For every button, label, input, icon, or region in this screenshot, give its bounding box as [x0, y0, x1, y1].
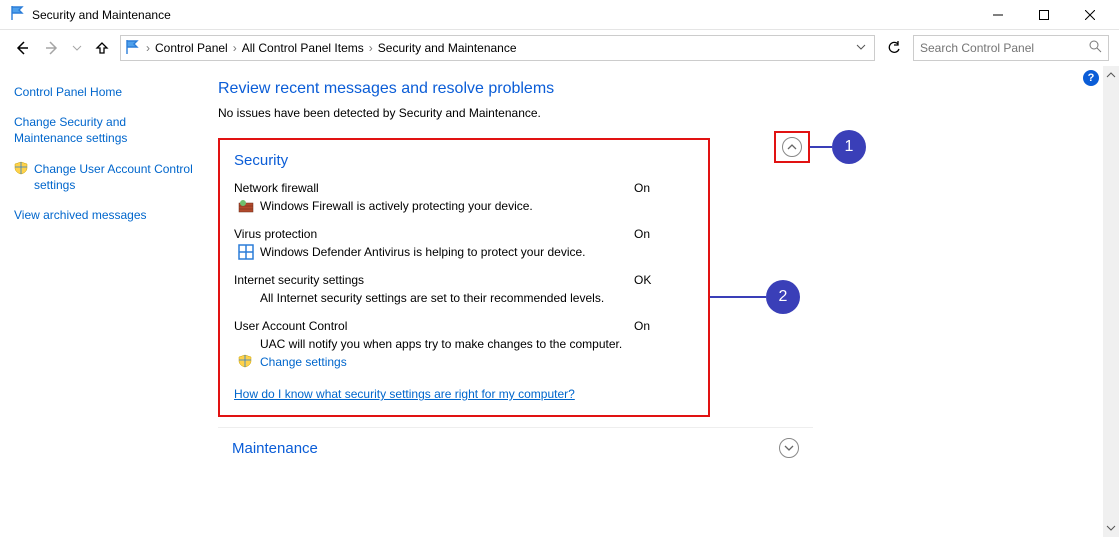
- maintenance-heading: Maintenance: [232, 440, 779, 457]
- chevron-up-icon: [782, 137, 802, 157]
- security-item-virus: Virus protection On Windows Defender Ant…: [234, 227, 694, 259]
- page-title: Review recent messages and resolve probl…: [218, 80, 1101, 98]
- recent-locations-button[interactable]: [70, 36, 84, 60]
- sidebar-link-home[interactable]: Control Panel Home: [14, 84, 196, 100]
- flag-icon: [125, 40, 139, 57]
- address-dropdown-button[interactable]: [852, 41, 870, 55]
- uac-change-settings-link[interactable]: Change settings: [260, 355, 347, 369]
- internet-status: OK: [634, 273, 651, 287]
- search-icon[interactable]: [1089, 40, 1102, 56]
- annotation-connector: [810, 146, 832, 148]
- address-bar[interactable]: › Control Panel › All Control Panel Item…: [120, 35, 875, 61]
- sidebar-link-change-uac[interactable]: Change User Account Control settings: [34, 161, 196, 193]
- search-input[interactable]: [920, 41, 1089, 55]
- defender-icon: [238, 244, 254, 263]
- breadcrumb-item[interactable]: All Control Panel Items: [240, 41, 366, 55]
- firewall-desc: Windows Firewall is actively protecting …: [260, 199, 533, 213]
- security-item-firewall: Network firewall On Windows Firewall is …: [234, 181, 694, 213]
- internet-desc: All Internet security settings are set t…: [260, 291, 604, 305]
- internet-label: Internet security settings: [234, 273, 634, 287]
- help-icon[interactable]: ?: [1083, 70, 1099, 86]
- uac-desc: UAC will notify you when apps try to mak…: [260, 337, 622, 351]
- security-help-link[interactable]: How do I know what security settings are…: [234, 387, 575, 401]
- close-button[interactable]: [1067, 0, 1113, 30]
- back-button[interactable]: [10, 36, 34, 60]
- sidebar: Control Panel Home Change Security and M…: [0, 66, 210, 537]
- chevron-right-icon[interactable]: ›: [366, 41, 376, 55]
- security-item-internet: Internet security settings OK All Intern…: [234, 273, 694, 305]
- vertical-scrollbar[interactable]: [1103, 66, 1119, 537]
- chevron-right-icon[interactable]: ›: [143, 41, 153, 55]
- virus-status: On: [634, 227, 650, 241]
- firewall-label: Network firewall: [234, 181, 634, 195]
- virus-desc: Windows Defender Antivirus is helping to…: [260, 245, 586, 259]
- security-panel: Security Network firewall On Windows Fir…: [218, 138, 710, 417]
- flag-icon: [10, 6, 24, 23]
- chevron-right-icon[interactable]: ›: [230, 41, 240, 55]
- scroll-up-button[interactable]: [1103, 66, 1119, 84]
- title-bar: Security and Maintenance: [0, 0, 1119, 30]
- minimize-button[interactable]: [975, 0, 1021, 30]
- search-box[interactable]: [913, 35, 1109, 61]
- virus-label: Virus protection: [234, 227, 634, 241]
- annotation-connector: [710, 296, 766, 298]
- uac-label: User Account Control: [234, 319, 634, 333]
- firewall-status: On: [634, 181, 650, 195]
- forward-button[interactable]: [40, 36, 64, 60]
- security-item-uac: User Account Control On UAC will notify …: [234, 319, 694, 369]
- breadcrumb-item[interactable]: Security and Maintenance: [376, 41, 519, 55]
- sidebar-link-archived[interactable]: View archived messages: [14, 207, 196, 223]
- maintenance-section-header[interactable]: Maintenance: [218, 427, 813, 468]
- breadcrumb-item[interactable]: Control Panel: [153, 41, 230, 55]
- scroll-down-button[interactable]: [1103, 519, 1119, 537]
- shield-icon: [238, 354, 252, 371]
- window-title: Security and Maintenance: [32, 8, 171, 22]
- firewall-icon: [238, 198, 254, 217]
- security-heading[interactable]: Security: [234, 152, 694, 169]
- annotation-badge-2: 2: [766, 280, 800, 314]
- sidebar-link-change-secmaint[interactable]: Change Security and Maintenance settings: [14, 114, 196, 146]
- refresh-button[interactable]: [881, 35, 907, 61]
- maximize-button[interactable]: [1021, 0, 1067, 30]
- annotation-badge-1: 1: [832, 130, 866, 164]
- shield-icon: [14, 161, 28, 178]
- chevron-down-icon[interactable]: [779, 438, 799, 458]
- up-button[interactable]: [90, 36, 114, 60]
- scroll-track[interactable]: [1103, 84, 1119, 519]
- page-subtext: No issues have been detected by Security…: [218, 106, 1101, 120]
- collapse-security-button[interactable]: [774, 131, 810, 163]
- uac-status: On: [634, 319, 650, 333]
- nav-bar: › Control Panel › All Control Panel Item…: [0, 30, 1119, 66]
- content-area: ? Review recent messages and resolve pro…: [210, 66, 1119, 537]
